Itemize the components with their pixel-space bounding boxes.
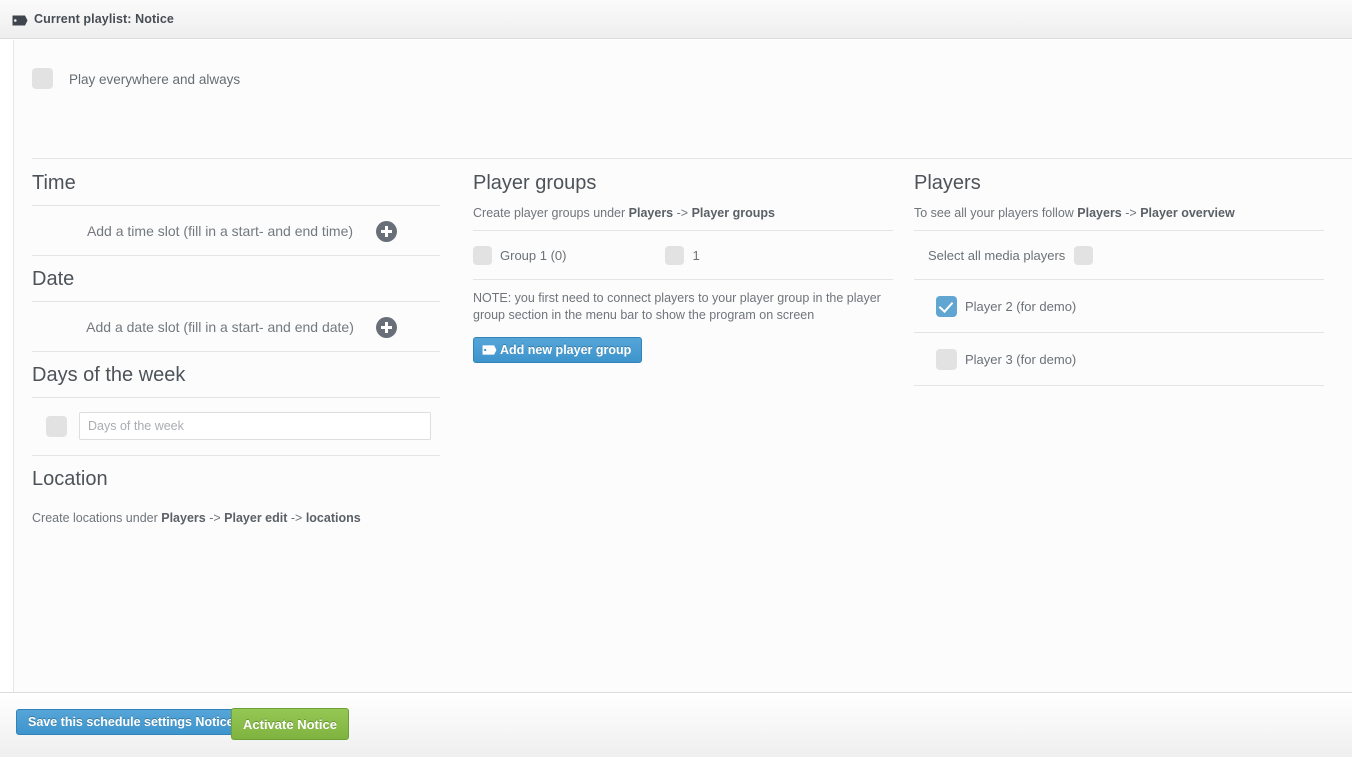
location-note: Create locations under Players -> Player… xyxy=(32,501,472,526)
players-subtitle: To see all your players follow Players -… xyxy=(914,205,1352,230)
player-groups-note: NOTE: you first need to connect players … xyxy=(473,291,881,322)
right-column: Players To see all your players follow P… xyxy=(914,160,1352,526)
save-schedule-label: Save this schedule settings Notice xyxy=(28,715,234,729)
player-groups-link-groups[interactable]: Player groups xyxy=(692,206,775,220)
play-everywhere-label: Play everywhere and always xyxy=(69,72,241,87)
left-column: Time Add a time slot (fill in a start- a… xyxy=(14,160,472,526)
player-group-item-1[interactable]: Group 1 (0) xyxy=(473,246,566,265)
tag-icon xyxy=(482,344,497,356)
page-title: Current playlist: Notice xyxy=(34,12,174,26)
select-all-players-label: Select all media players xyxy=(928,248,1066,263)
play-everywhere-checkbox[interactable] xyxy=(32,68,53,89)
activate-label: Activate Notice xyxy=(243,716,337,732)
days-of-week-heading: Days of the week xyxy=(32,364,186,386)
player-label-2: Player 3 (for demo) xyxy=(965,352,1077,367)
add-time-slot-plus-icon[interactable] xyxy=(376,220,397,242)
header-divider xyxy=(32,158,1352,159)
time-heading: Time xyxy=(32,172,76,194)
player-groups-list: Group 1 (0) 1 xyxy=(473,231,893,279)
add-new-player-group-button[interactable]: Add new player group xyxy=(473,337,643,363)
player-groups-subtitle: Create player groups under Players -> Pl… xyxy=(473,205,914,230)
main-panel: Play everywhere and always Time Add a ti… xyxy=(13,40,1352,692)
location-link-players[interactable]: Players xyxy=(161,511,205,525)
add-new-player-group-label: Add new player group xyxy=(500,343,632,357)
player-2-divider xyxy=(914,385,1324,386)
player-groups-sub-prefix: Create player groups under xyxy=(473,206,629,220)
player-row-1[interactable]: Player 2 (for demo) xyxy=(914,280,1324,332)
select-all-players-checkbox[interactable] xyxy=(1074,246,1094,265)
players-sub-prefix: To see all your players follow xyxy=(914,206,1078,220)
location-heading: Location xyxy=(32,468,108,490)
location-note-prefix: Create locations under xyxy=(32,511,162,525)
days-of-week-checkbox[interactable] xyxy=(46,415,67,437)
location-link-player-edit[interactable]: Player edit xyxy=(224,511,287,525)
location-sep-2: -> xyxy=(287,511,306,525)
date-heading: Date xyxy=(32,268,75,290)
tag-icon xyxy=(12,14,28,27)
select-all-players-row[interactable]: Select all media players xyxy=(914,231,1324,279)
player-label-1: Player 2 (for demo) xyxy=(965,299,1077,314)
middle-column: Player groups Create player groups under… xyxy=(472,160,914,526)
player-group-label-2: 1 xyxy=(692,248,700,263)
topbar: Current playlist: Notice xyxy=(0,0,1352,39)
add-time-slot-label: Add a time slot (fill in a start- and en… xyxy=(86,223,354,239)
players-heading: Players xyxy=(914,172,981,194)
location-sep-1: -> xyxy=(205,511,225,525)
columns-container: Time Add a time slot (fill in a start- a… xyxy=(14,160,1352,526)
add-time-slot-row[interactable]: Add a time slot (fill in a start- and en… xyxy=(32,206,440,255)
days-of-week-row[interactable] xyxy=(32,398,440,455)
players-sub-sep: -> xyxy=(1121,206,1141,220)
activate-button[interactable]: Activate Notice xyxy=(231,708,349,740)
location-link-locations[interactable]: locations xyxy=(306,511,361,525)
player-group-item-2[interactable]: 1 xyxy=(665,246,700,265)
add-date-slot-row[interactable]: Add a date slot (fill in a start- and en… xyxy=(32,302,440,351)
player-group-checkbox-2[interactable] xyxy=(665,246,685,265)
players-link-overview[interactable]: Player overview xyxy=(1140,206,1235,220)
player-groups-sub-sep: -> xyxy=(673,206,692,220)
player-groups-heading: Player groups xyxy=(473,172,597,194)
save-schedule-button[interactable]: Save this schedule settings Notice xyxy=(16,709,246,735)
footer: Save this schedule settings Notice xyxy=(0,692,1352,757)
player-group-label-1: Group 1 (0) xyxy=(500,248,567,263)
player-checkbox-1[interactable] xyxy=(936,296,957,317)
days-of-week-input[interactable] xyxy=(79,412,431,440)
player-group-checkbox-1[interactable] xyxy=(473,246,492,265)
player-row-2[interactable]: Player 3 (for demo) xyxy=(914,333,1324,385)
player-groups-link-players[interactable]: Players xyxy=(629,206,673,220)
player-checkbox-2[interactable] xyxy=(936,349,957,370)
play-everywhere-row[interactable]: Play everywhere and always xyxy=(14,40,1352,122)
add-date-slot-plus-icon[interactable] xyxy=(376,316,397,338)
players-link-players[interactable]: Players xyxy=(1077,206,1121,220)
add-date-slot-label: Add a date slot (fill in a start- and en… xyxy=(86,319,354,335)
